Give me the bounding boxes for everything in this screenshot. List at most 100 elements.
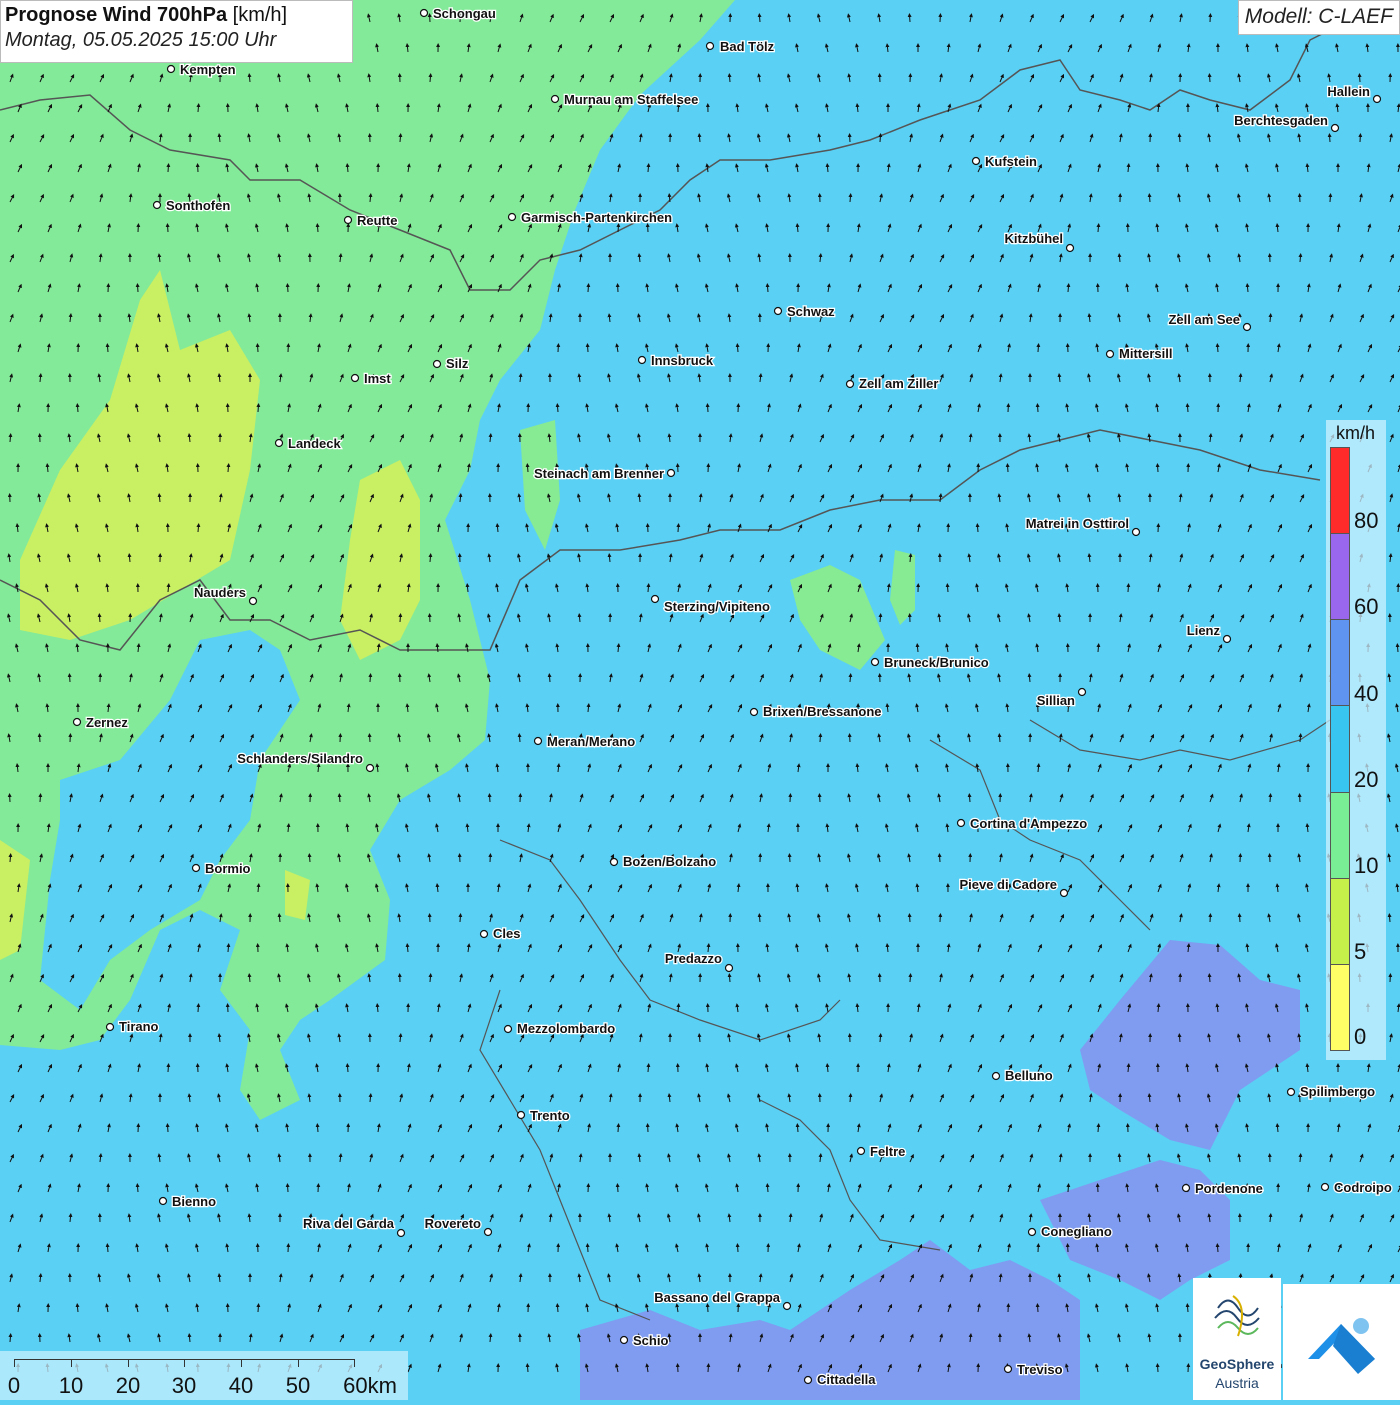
wind-arrow xyxy=(1277,1125,1278,1132)
wind-arrow xyxy=(850,675,851,682)
city-label: Matrei in Osttirol xyxy=(1026,516,1129,531)
wind-arrow xyxy=(460,495,461,502)
city-label: Cittadella xyxy=(817,1372,876,1387)
city-dot xyxy=(1224,636,1231,643)
city-dot xyxy=(518,1112,525,1119)
city-dot xyxy=(1322,1184,1329,1191)
geosphere-logo: GeoSphere Austria xyxy=(1193,1278,1281,1400)
wind-arrow xyxy=(288,1185,289,1192)
wind-arrow xyxy=(708,405,709,412)
city-dot xyxy=(1288,1089,1295,1096)
city-dot xyxy=(1374,96,1381,103)
city-dot xyxy=(352,375,359,382)
wind-arrow xyxy=(969,795,970,802)
scale-label: 60km xyxy=(343,1373,397,1399)
wind-arrow xyxy=(1098,225,1099,232)
legend-tick-label: 0 xyxy=(1354,1024,1366,1050)
city-label: Mezzolombardo xyxy=(517,1021,615,1036)
city-marker: Garmisch-Partenkirchen xyxy=(509,210,673,225)
wind-arrow xyxy=(648,1065,649,1072)
city-label: Steinach am Brenner xyxy=(534,466,664,481)
wind-arrow xyxy=(198,1005,199,1012)
city-marker: Zell am Ziller xyxy=(847,376,939,391)
city-dot xyxy=(107,1024,114,1031)
map-title-main: Prognose Wind 700hPa xyxy=(5,4,227,26)
wind-arrow xyxy=(430,555,431,562)
scale-label: 40 xyxy=(229,1373,253,1399)
wind-arrow xyxy=(880,615,881,622)
wind-arrow xyxy=(910,15,911,22)
wind-arrow xyxy=(347,1065,348,1072)
city-label: Zell am See xyxy=(1168,312,1240,327)
scale-tick xyxy=(298,1359,299,1367)
scale-tick xyxy=(241,1359,242,1367)
app-logo-icon xyxy=(1283,1284,1400,1400)
wind-arrow xyxy=(880,135,881,142)
wind-arrow xyxy=(77,405,78,412)
wind-arrow xyxy=(370,1095,371,1102)
city-marker: Cortina d'Ampezzo xyxy=(958,816,1088,831)
city-label: Kitzbühel xyxy=(1005,231,1064,246)
legend-color-step xyxy=(1331,448,1349,534)
wind-arrow xyxy=(579,615,580,622)
city-dot xyxy=(1183,1185,1190,1192)
geosphere-logo-icon xyxy=(1193,1278,1281,1356)
wind-arrow xyxy=(527,465,528,472)
wind-arrow xyxy=(1270,315,1271,322)
wind-arrow xyxy=(70,675,71,682)
map-title-unit: [km/h] xyxy=(233,4,287,26)
city-marker: Sonthofen xyxy=(154,198,231,213)
wind-arrow xyxy=(738,1245,739,1252)
wind-arrow xyxy=(1247,285,1248,292)
wind-arrow xyxy=(1158,1365,1159,1372)
wind-arrow xyxy=(618,645,619,652)
wind-arrow xyxy=(490,435,491,442)
legend-color-step xyxy=(1331,879,1349,965)
wind-arrow xyxy=(159,495,160,502)
wind-arrow xyxy=(827,165,828,172)
city-dot xyxy=(1107,351,1114,358)
city-dot xyxy=(847,381,854,388)
wind-map: SchongauBad TölzKemptenMurnau am Staffel… xyxy=(0,0,1400,1400)
wind-arrow xyxy=(430,75,431,82)
city-label: Conegliano xyxy=(1041,1224,1112,1239)
city-label: Murnau am Staffelsee xyxy=(564,92,698,107)
city-dot xyxy=(481,931,488,938)
wind-arrow xyxy=(168,585,169,592)
city-label: Pordenone xyxy=(1195,1181,1263,1196)
wind-arrow xyxy=(1179,135,1180,142)
city-label: Garmisch-Partenkirchen xyxy=(521,210,672,225)
wind-arrow xyxy=(377,105,378,112)
wind-arrow xyxy=(168,1125,169,1132)
city-label: Zell am Ziller xyxy=(859,376,938,391)
scale-bar: 0102030405060km xyxy=(0,1351,408,1400)
wind-arrow xyxy=(910,915,911,922)
city-dot xyxy=(1067,245,1074,252)
wind-arrow xyxy=(588,1245,589,1252)
city-label: Sterzing/Vipiteno xyxy=(664,599,770,614)
wind-arrow xyxy=(258,405,259,412)
wind-arrow xyxy=(430,975,431,982)
wind-arrow xyxy=(1217,1245,1218,1252)
city-label: Rovereto xyxy=(425,1216,481,1231)
wind-arrow xyxy=(288,285,289,292)
scale-tick xyxy=(184,1359,185,1367)
wind-arrow xyxy=(1187,405,1188,412)
wind-arrow xyxy=(1330,135,1331,142)
wind-arrow xyxy=(678,525,679,532)
wind-arrow xyxy=(198,105,199,112)
wind-arrow xyxy=(648,585,649,592)
city-label: Kufstein xyxy=(985,154,1037,169)
wind-arrow xyxy=(1300,1155,1301,1162)
wind-arrow xyxy=(737,345,738,352)
wind-arrow xyxy=(708,1305,709,1312)
wind-arrow xyxy=(947,585,948,592)
city-label: Brixen/Bressanone xyxy=(763,704,882,719)
wind-arrow xyxy=(107,345,108,352)
wind-arrow xyxy=(827,1065,828,1072)
city-marker: Bozen/Bolzano xyxy=(611,854,717,869)
wind-arrow xyxy=(377,1005,378,1012)
scale-tick xyxy=(71,1359,72,1367)
wind-arrow xyxy=(940,855,941,862)
city-marker: Brixen/Bressanone xyxy=(751,704,882,719)
